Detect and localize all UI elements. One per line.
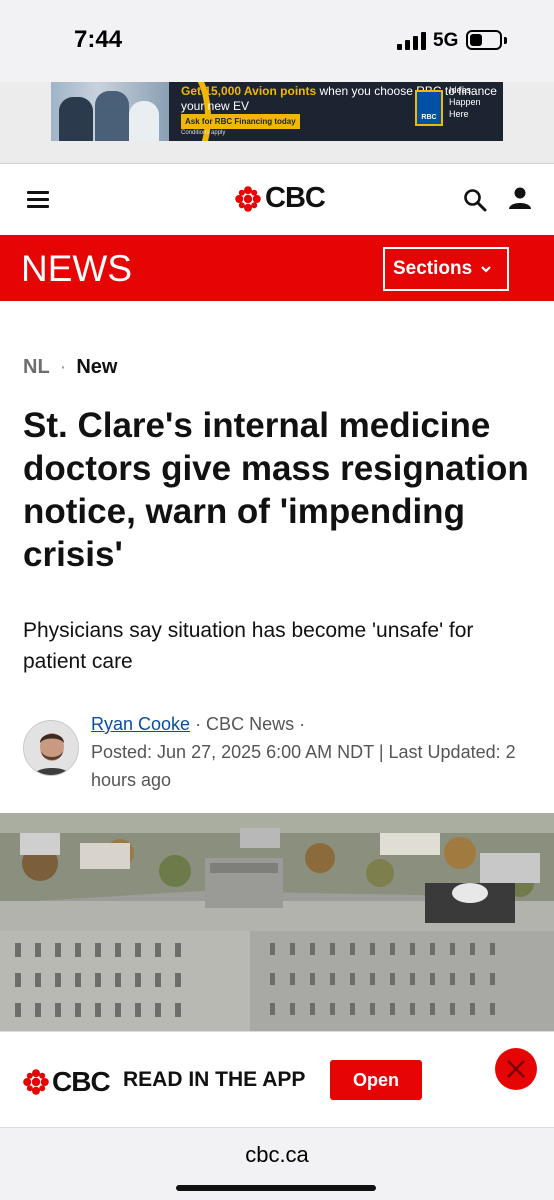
- open-app-button[interactable]: Open: [330, 1060, 422, 1100]
- rbc-logo-icon: RBC: [415, 90, 443, 126]
- author-link[interactable]: Ryan Cooke: [91, 714, 190, 734]
- network-label: 5G: [433, 30, 459, 51]
- home-indicator[interactable]: [176, 1185, 376, 1191]
- hero-image[interactable]: [0, 813, 554, 1031]
- close-banner-button[interactable]: [495, 1048, 537, 1090]
- article-byline: Ryan Cooke · CBC News · Posted: Jun 27, …: [23, 710, 535, 790]
- search-icon[interactable]: [462, 187, 488, 213]
- article-deck: Physicians say situation has become 'uns…: [23, 619, 474, 673]
- app-banner: CBC READ IN THE APP Open: [0, 1031, 554, 1127]
- hamburger-menu-icon[interactable]: [27, 191, 49, 209]
- browser-url-bar[interactable]: cbc.ca: [0, 1127, 554, 1200]
- byline-outlet: · CBC News ·: [190, 714, 306, 734]
- chevron-down-icon: [481, 266, 491, 273]
- signal-icon: [397, 32, 427, 50]
- account-icon[interactable]: [507, 185, 533, 211]
- article-headline: St. Clare's internal medicine doctors gi…: [23, 406, 529, 574]
- news-title[interactable]: NEWS: [21, 248, 132, 290]
- cbc-gem-icon: [23, 1069, 49, 1095]
- new-badge: New: [76, 356, 118, 378]
- url-text[interactable]: cbc.ca: [0, 1142, 554, 1168]
- battery-icon: [466, 30, 502, 50]
- cbc-gem-icon: [235, 185, 261, 212]
- ad-cta[interactable]: Ask for RBC Financing today: [181, 114, 300, 129]
- close-icon: [507, 1060, 525, 1078]
- cbc-logo-text: CBC: [265, 182, 326, 214]
- byline-text: Ryan Cooke · CBC News · Posted: Jun 27, …: [91, 710, 531, 794]
- ad-conditions: Conditions apply: [181, 130, 226, 136]
- article-kicker: NL · New: [23, 356, 117, 379]
- sections-label: Sections: [393, 258, 473, 279]
- read-in-app-label: READ IN THE APP: [123, 1068, 306, 1091]
- app-banner-logo: CBC: [23, 1066, 111, 1098]
- author-avatar[interactable]: [23, 720, 79, 776]
- sections-button[interactable]: Sections: [383, 247, 509, 291]
- ad-banner[interactable]: Get 15,000 Avion points when you choose …: [51, 82, 503, 141]
- ad-container: Get 15,000 Avion points when you choose …: [0, 82, 554, 164]
- region-link[interactable]: NL: [23, 356, 50, 379]
- battery-tip: [504, 37, 507, 44]
- kicker-separator: ·: [59, 356, 67, 378]
- status-bar: 7:44 5G: [0, 0, 554, 82]
- news-bar: NEWS Sections: [0, 235, 554, 301]
- app-banner-logo-text: CBC: [52, 1066, 111, 1097]
- status-time: 7:44: [74, 26, 123, 53]
- site-header: CBC: [0, 165, 554, 235]
- ad-tagline: Ideas Happen Here: [449, 85, 481, 119]
- cbc-logo[interactable]: CBC: [235, 182, 326, 215]
- byline-dates: Posted: Jun 27, 2025 6:00 AM NDT | Last …: [91, 742, 516, 790]
